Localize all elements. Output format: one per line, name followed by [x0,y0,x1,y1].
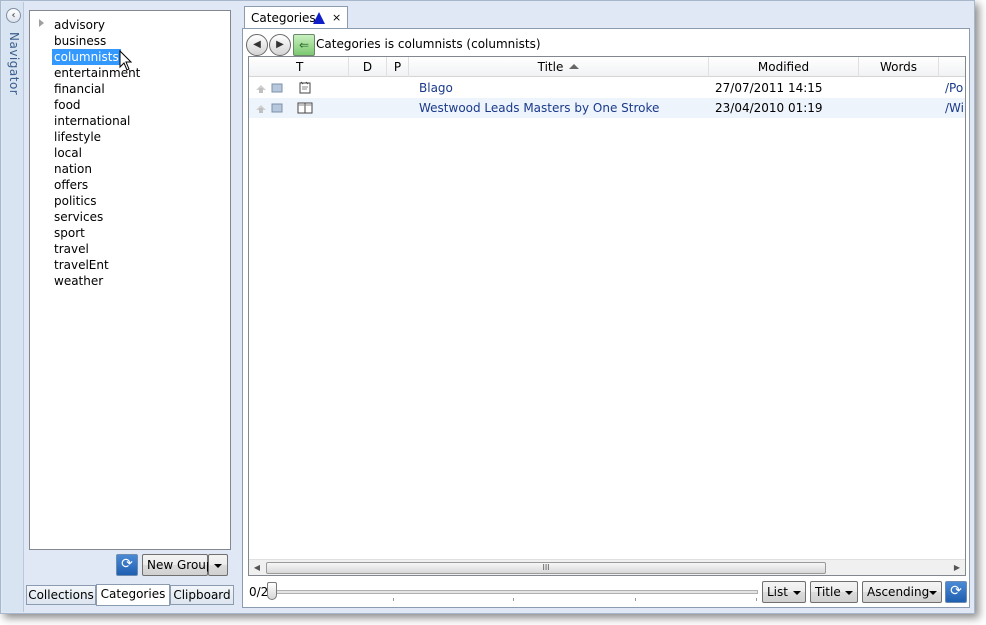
chevron-down-icon [793,591,801,595]
forward-button[interactable]: ▶ [269,34,291,56]
slider-tick [635,598,636,601]
row-path: /Wi [945,101,964,115]
chevron-down-icon [845,591,853,595]
sort-order-dropdown[interactable]: Ascending [862,581,942,603]
go-up-button[interactable]: ⇐ [293,34,315,56]
close-icon[interactable]: × [332,7,341,29]
main-window: ‹ Navigator advisory business columnists… [0,0,975,614]
new-group-button[interactable]: New Group [142,554,214,576]
tree-item-travel[interactable]: travel [52,241,91,257]
tab-categories[interactable]: Categories [96,584,170,606]
scrollbar-thumb[interactable]: III [266,562,826,574]
view-mode-dropdown[interactable]: List [762,581,806,603]
table-row[interactable]: Blago 27/07/2011 14:15 /Po [249,78,965,98]
navigator-strip: ‹ Navigator [2,2,24,612]
column-header-title-label: Title [537,60,564,74]
tab-collections[interactable]: Collections [26,585,96,605]
row-title[interactable]: Westwood Leads Masters by One Stroke [419,98,699,118]
row-modified: 23/04/2010 01:19 [715,101,823,115]
green-arrow-icon: ⇐ [298,38,310,52]
tree-item-travelent[interactable]: travelEnt [52,257,111,273]
page-slider-thumb[interactable] [267,582,277,600]
scroll-left-icon[interactable]: ◀ [249,560,265,575]
book-type-icon [297,102,313,114]
tree-item-lifestyle[interactable]: lifestyle [52,129,103,145]
back-arrow-icon: ◀ [253,39,261,50]
refresh-icon: ⟳ [121,556,133,572]
back-button[interactable]: ◀ [246,34,268,56]
sort-field-dropdown[interactable]: Title [810,581,858,603]
column-header-t[interactable]: T [249,57,349,77]
tree-item-local[interactable]: local [52,145,84,161]
document-pane: ◀ ▶ ⇐ Categories is columnists (columnis… [242,28,970,608]
slider-tick [513,598,514,601]
bottom-toolbar: 0/2 List Title Ascending ⟳ [243,580,969,606]
scroll-grip-icon: III [542,563,550,572]
add-to-clipboard-icon[interactable] [255,82,267,94]
tree-item-sport[interactable]: sport [52,225,87,241]
page-slider-track[interactable] [268,590,758,594]
tree-item-food[interactable]: food [52,97,83,113]
document-tab-label: Categories [251,11,316,25]
slider-tick [393,598,394,601]
refresh-tree-button[interactable]: ⟳ [116,554,138,576]
breadcrumb: Categories is columnists (columnists) [316,37,541,51]
note-type-icon [299,81,311,94]
left-pane: advisory business columnists entertainme… [26,7,236,607]
tree-item-columnists[interactable]: columnists [52,49,121,65]
category-tree[interactable]: advisory business columnists entertainme… [29,10,231,550]
new-group-dropdown-button[interactable] [208,554,228,576]
view-mode-value: List [767,585,788,599]
row-path: /Po [945,81,964,95]
row-title[interactable]: Blago [419,78,699,98]
grid-header: T D P Title Modified Words [249,57,965,77]
navigator-label[interactable]: Navigator [5,32,21,112]
column-header-d[interactable]: D [349,57,387,77]
column-header-p[interactable]: P [387,57,409,77]
tree-item-business[interactable]: business [52,33,108,49]
expand-arrow-icon[interactable] [39,19,44,27]
column-header-words[interactable]: Words [859,57,939,77]
scroll-right-icon[interactable]: ▶ [949,560,965,575]
tree-item-nation[interactable]: nation [52,161,94,177]
tree-item-weather[interactable]: weather [52,273,105,289]
table-row[interactable]: Westwood Leads Masters by One Stroke 23/… [249,98,965,118]
mouse-cursor-icon [119,50,133,71]
sort-triangle-icon [313,12,325,24]
navigator-collapse-button[interactable]: ‹ [6,8,21,23]
document-preview-icon[interactable] [271,82,283,94]
left-tab-strip: Collections Categories Clipboard [26,584,236,607]
row-modified: 27/07/2011 14:15 [715,81,823,95]
document-preview-icon[interactable] [271,102,283,114]
column-header-modified[interactable]: Modified [709,57,859,77]
forward-arrow-icon: ▶ [276,39,284,50]
tab-clipboard[interactable]: Clipboard [170,585,234,605]
refresh-icon: ⟳ [950,583,962,599]
left-toolbar: ⟳ New Group [116,554,231,578]
documents-grid: T D P Title Modified Words Blago 27/07/2… [248,56,966,576]
column-header-title[interactable]: Title [409,57,709,77]
add-to-clipboard-icon[interactable] [255,102,267,114]
sort-field-value: Title [815,585,841,599]
chevron-down-icon [214,564,222,568]
tree-item-services[interactable]: services [52,209,105,225]
pager-label: 0/2 [249,585,269,599]
slider-tick [756,598,757,601]
horizontal-scrollbar[interactable]: ◀ III ▶ [249,559,965,575]
sort-ascending-icon [569,64,580,69]
tree-item-politics[interactable]: politics [52,193,99,209]
tree-item-advisory[interactable]: advisory [52,17,107,33]
column-header-extra [939,57,965,77]
refresh-list-button[interactable]: ⟳ [945,581,967,603]
tree-item-offers[interactable]: offers [52,177,90,193]
chevron-down-icon [929,591,937,595]
tree-item-international[interactable]: international [52,113,132,129]
tree-item-financial[interactable]: financial [52,81,107,97]
tab-categories-document[interactable]: Categories × [244,6,348,29]
sort-order-value: Ascending [867,585,930,599]
